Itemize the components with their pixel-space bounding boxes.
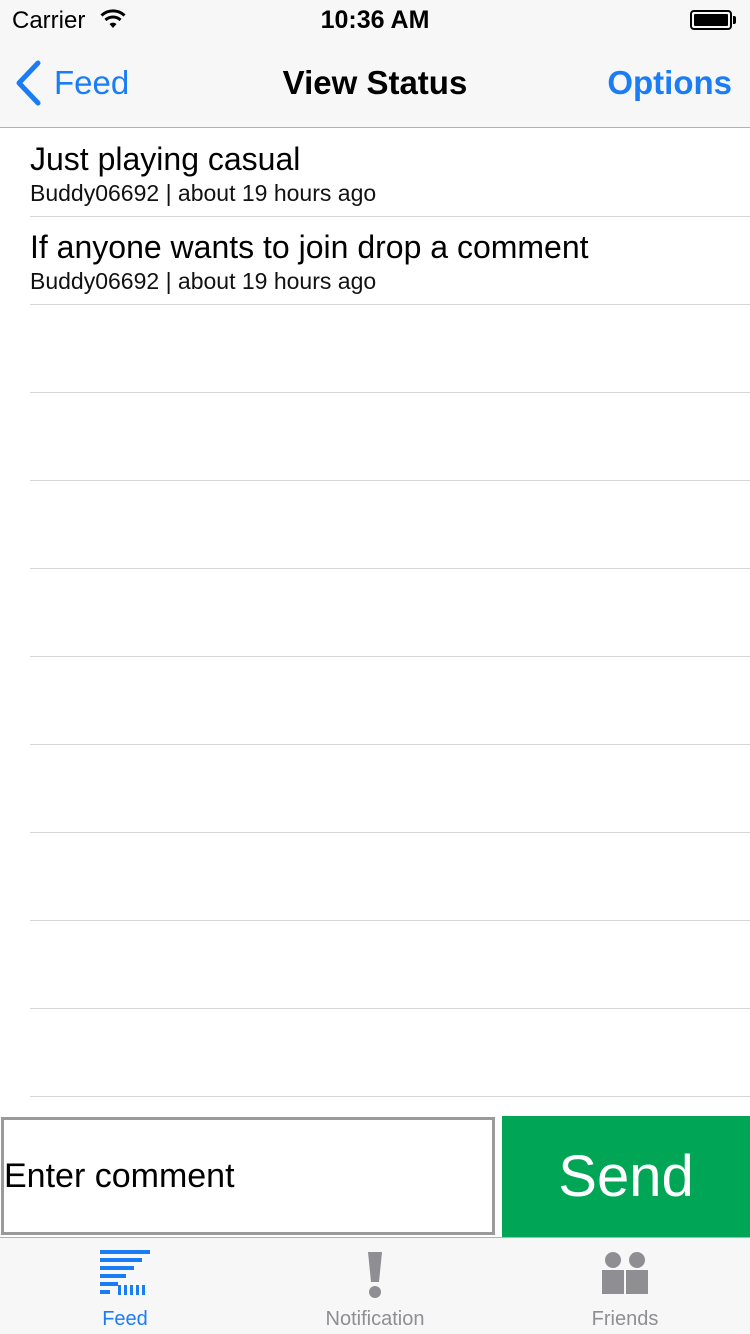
tab-notification[interactable]: Notification: [250, 1238, 500, 1334]
options-button[interactable]: Options: [607, 64, 732, 102]
comment-bar: Send: [0, 1115, 750, 1237]
tab-label: Notification: [325, 1308, 425, 1330]
feed-icon: [100, 1250, 150, 1295]
tab-label: Friends: [591, 1308, 659, 1330]
status-row[interactable]: If anyone wants to join drop a comment B…: [30, 217, 750, 305]
send-button[interactable]: Send: [502, 1116, 750, 1237]
empty-row: [30, 305, 750, 393]
tab-feed[interactable]: Feed: [0, 1238, 250, 1334]
status-text: If anyone wants to join drop a comment: [30, 229, 589, 265]
exclamation-icon: [368, 1252, 382, 1298]
tab-label: Feed: [102, 1308, 148, 1330]
status-meta: Buddy06692 | about 19 hours ago: [30, 180, 377, 206]
clock: 10:36 AM: [320, 6, 430, 34]
battery-icon: [690, 10, 736, 30]
empty-row: [30, 481, 750, 569]
empty-row: [30, 657, 750, 745]
tab-bar: Feed Notification Friends: [0, 1237, 750, 1334]
empty-row: [30, 745, 750, 833]
empty-row: [30, 1009, 750, 1097]
empty-row: [30, 569, 750, 657]
status-meta: Buddy06692 | about 19 hours ago: [30, 268, 377, 294]
status-text: Just playing casual: [30, 141, 301, 177]
navigation-bar: Feed View Status Options: [0, 40, 750, 128]
tab-friends[interactable]: Friends: [500, 1238, 750, 1334]
empty-row: [30, 393, 750, 481]
empty-row: [30, 833, 750, 921]
status-bar: Carrier 10:36 AM: [0, 0, 750, 40]
status-row[interactable]: Just playing casual Buddy06692 | about 1…: [30, 129, 750, 217]
friends-icon: [602, 1252, 648, 1294]
comment-input[interactable]: [1, 1117, 495, 1235]
status-list: Just playing casual Buddy06692 | about 1…: [0, 129, 750, 1097]
empty-row: [30, 921, 750, 1009]
